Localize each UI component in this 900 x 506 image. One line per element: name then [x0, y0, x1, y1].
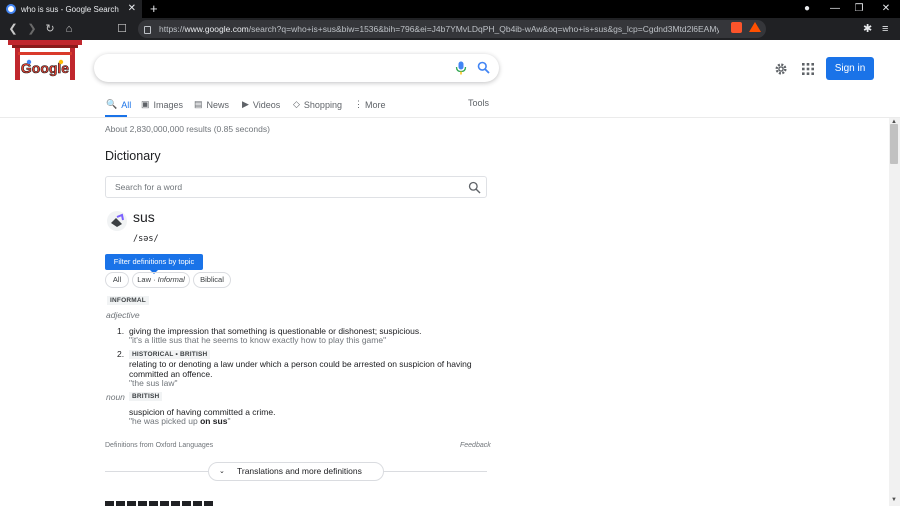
search-icon: 🔍	[106, 99, 118, 109]
close-window-button[interactable]: ✕	[879, 2, 893, 16]
tools-button[interactable]: Tools	[468, 98, 489, 108]
forward-button[interactable]: ❯	[24, 21, 40, 37]
google-favicon-icon	[6, 4, 16, 14]
tab-close-icon[interactable]: ✕	[128, 3, 136, 15]
speaker-icon	[111, 213, 124, 227]
filter-definitions-button[interactable]: Filter definitions by topic	[105, 254, 203, 270]
new-tab-button[interactable]: +	[150, 1, 158, 17]
google-doodle-logo[interactable]: Google	[8, 40, 82, 82]
register-label: INFORMAL	[107, 296, 149, 305]
address-bar[interactable]: https://www.google.com/search?q=who+is+s…	[138, 20, 766, 38]
dictionary-title: Dictionary	[105, 149, 161, 163]
more-vert-icon: ⋮	[354, 99, 363, 109]
chip-all[interactable]: All	[105, 272, 129, 288]
brave-rewards-icon[interactable]	[749, 22, 761, 32]
more-definitions-button[interactable]: ⌄ Translations and more definitions	[208, 462, 384, 481]
minimize-button[interactable]: —	[828, 2, 842, 16]
feedback-link[interactable]: Feedback	[460, 442, 491, 449]
home-button[interactable]: ⌂	[61, 21, 77, 37]
brave-shields-icon[interactable]	[731, 22, 742, 33]
news-icon: ▤	[194, 99, 203, 109]
back-button[interactable]: ❮	[5, 21, 21, 37]
browser-menu-icon[interactable]: ≡	[882, 21, 888, 37]
apps-grid-icon[interactable]	[802, 63, 814, 75]
dictionary-word: sus	[133, 209, 155, 225]
sense-tags: HISTORICAL • BRITISH	[129, 350, 211, 359]
url-text[interactable]: https://www.google.com/search?q=who+is+s…	[159, 24, 719, 34]
reload-button[interactable]: ↻	[42, 21, 58, 37]
tab-images[interactable]: ▣ Images	[141, 99, 183, 110]
extensions-icon[interactable]: ✱	[863, 21, 872, 37]
dictionary-search-placeholder: Search for a word	[115, 182, 183, 192]
header-divider	[0, 117, 900, 118]
video-icon: ▶	[242, 99, 249, 109]
lock-icon	[144, 26, 151, 34]
tab-shopping[interactable]: ◇ Shopping	[293, 99, 342, 110]
sign-in-button[interactable]: Sign in	[826, 57, 874, 80]
scroll-down-arrow[interactable]: ▼	[891, 497, 897, 503]
scrollbar-track[interactable]	[889, 118, 900, 506]
gear-icon[interactable]	[774, 62, 788, 76]
scroll-up-arrow[interactable]: ▲	[891, 119, 897, 125]
pronunciation-speaker-button[interactable]	[107, 211, 127, 231]
example-sentence: "he was picked up on sus"	[129, 416, 231, 426]
image-icon: ▣	[141, 99, 150, 109]
scrollbar-thumb[interactable]	[890, 124, 898, 164]
sense-tags: BRITISH	[129, 392, 163, 401]
chip-biblical[interactable]: Biblical	[193, 272, 231, 288]
profile-icon[interactable]: ●	[800, 2, 814, 16]
tab-news[interactable]: ▤ News	[194, 99, 229, 110]
example-sentence: "the sus law"	[129, 378, 178, 388]
chip-law-informal[interactable]: Law · Informal	[132, 272, 190, 288]
tab-more[interactable]: ⋮ More	[354, 99, 386, 110]
result-stats: About 2,830,000,000 results (0.85 second…	[105, 124, 270, 134]
phonetic-spelling: /səs/	[133, 234, 159, 244]
restore-button[interactable]: ❐	[852, 2, 866, 16]
example-sentence: "it's a little sus that he seems to know…	[129, 335, 387, 345]
definitions-source[interactable]: Definitions from Oxford Languages	[105, 442, 213, 449]
browser-toolbar: ❮ ❯ ↻ ⌂ ☐ https://www.google.com/search?…	[0, 18, 900, 40]
mic-icon[interactable]	[455, 61, 467, 75]
tag-icon: ◇	[293, 99, 300, 109]
dictionary-search-input[interactable]: Search for a word	[105, 176, 487, 198]
search-input[interactable]	[94, 54, 499, 82]
sense-number: 2.	[117, 349, 125, 359]
bookmark-icon[interactable]: ☐	[114, 21, 130, 37]
browser-tab[interactable]: who is sus - Google Search ✕	[0, 0, 142, 18]
sense-number: 1.	[117, 326, 125, 336]
more-definitions-label: Translations and more definitions	[237, 466, 362, 476]
tab-all[interactable]: 🔍 All	[106, 99, 131, 110]
tab-title: who is sus - Google Search	[21, 4, 119, 14]
search-icon[interactable]	[477, 61, 490, 74]
part-of-speech: noun	[106, 392, 125, 402]
tab-videos[interactable]: ▶ Videos	[242, 99, 280, 110]
next-section-heading-cutoff	[105, 501, 215, 506]
browser-titlebar: who is sus - Google Search ✕ + ● — ❐ ✕	[0, 0, 900, 18]
part-of-speech: adjective	[106, 310, 140, 320]
chevron-down-icon: ⌄	[219, 468, 225, 475]
definition-text: relating to or denoting a law under whic…	[129, 359, 472, 379]
search-icon[interactable]	[468, 181, 481, 194]
